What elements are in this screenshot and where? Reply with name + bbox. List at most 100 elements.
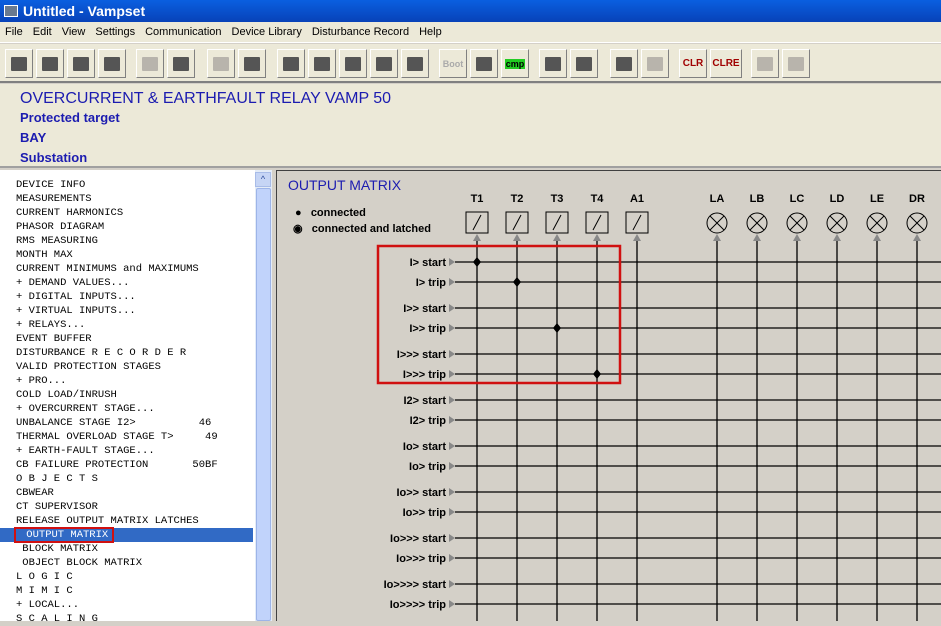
connect-button[interactable] bbox=[167, 49, 195, 78]
tree-item-label: + DEMAND VALUES... bbox=[16, 277, 130, 289]
tree-item[interactable]: UNBALANCE STAGE I2> 46 bbox=[16, 416, 253, 430]
output-label[interactable]: T4 bbox=[591, 193, 605, 205]
graph-button[interactable] bbox=[570, 49, 598, 78]
write-changed-button[interactable] bbox=[339, 49, 367, 78]
connection-cell-marker[interactable] bbox=[553, 323, 561, 333]
tree-item[interactable]: + VIRTUAL INPUTS... bbox=[16, 304, 253, 318]
output-label[interactable]: T1 bbox=[471, 193, 484, 205]
tree-item[interactable]: EVENT BUFFER bbox=[16, 332, 253, 346]
output-label[interactable]: T2 bbox=[511, 193, 524, 205]
menu-device-library[interactable]: Device Library bbox=[227, 26, 307, 38]
tree-item[interactable]: CURRENT MINIMUMS and MAXIMUMS bbox=[16, 262, 253, 276]
undo-button[interactable] bbox=[782, 49, 810, 78]
output-label[interactable]: DR bbox=[909, 193, 925, 205]
tree-item[interactable]: + DIGITAL INPUTS... bbox=[16, 290, 253, 304]
tree-item[interactable]: CB FAILURE PROTECTION 50BF bbox=[16, 458, 253, 472]
tree-item[interactable]: PHASOR DIAGRAM bbox=[16, 220, 253, 234]
tree-item[interactable]: CURRENT HARMONICS bbox=[16, 206, 253, 220]
scroll-up-button[interactable]: ^ bbox=[255, 172, 271, 187]
tree-item[interactable]: + EARTH-FAULT STAGE... bbox=[16, 444, 253, 458]
connection-cell-marker[interactable] bbox=[513, 277, 521, 287]
output-label[interactable]: LA bbox=[710, 193, 725, 205]
tree-item[interactable]: RMS MEASURING bbox=[16, 234, 253, 248]
tree-item[interactable]: + DEMAND VALUES... bbox=[16, 276, 253, 290]
menu-view[interactable]: View bbox=[57, 26, 91, 38]
tree-item[interactable]: THERMAL OVERLOAD STAGE T> 49 bbox=[16, 430, 253, 444]
output-arrow-icon[interactable] bbox=[873, 234, 881, 241]
tree-item[interactable]: CT SUPERVISOR bbox=[16, 500, 253, 514]
output-arrow-icon[interactable] bbox=[833, 234, 841, 241]
matrix-button[interactable] bbox=[539, 49, 567, 78]
read-all-button[interactable] bbox=[277, 49, 305, 78]
tree-item[interactable]: + LOCAL... bbox=[16, 598, 253, 612]
tree-item[interactable]: MEASUREMENTS bbox=[16, 192, 253, 206]
output-arrow-icon[interactable] bbox=[753, 234, 761, 241]
connection-cell-marker[interactable] bbox=[593, 369, 601, 379]
output-label[interactable]: LE bbox=[870, 193, 884, 205]
tree-item[interactable]: M I M I C bbox=[16, 584, 253, 598]
tree-item[interactable]: + RELAYS... bbox=[16, 318, 253, 332]
tree-item[interactable]: OBJECT BLOCK MATRIX bbox=[16, 556, 253, 570]
output-arrow-icon[interactable] bbox=[913, 234, 921, 241]
boot-button[interactable]: Boot bbox=[439, 49, 467, 78]
clear-button[interactable]: CLR bbox=[679, 49, 707, 78]
tree-item[interactable]: O B J E C T S bbox=[16, 472, 253, 486]
clear-events-button[interactable]: CLRE bbox=[710, 49, 742, 78]
tree-item[interactable]: COLD LOAD/INRUSH bbox=[16, 388, 253, 402]
tree-item[interactable]: BLOCK MATRIX bbox=[16, 542, 253, 556]
output-arrow-icon[interactable] bbox=[633, 234, 641, 241]
tree-item[interactable]: RELEASE OUTPUT MATRIX LATCHES bbox=[16, 514, 253, 528]
menu-file[interactable]: File bbox=[0, 26, 28, 38]
tree-item-label: CURRENT HARMONICS bbox=[16, 207, 124, 219]
scroll-thumb[interactable] bbox=[256, 188, 271, 621]
tree-item[interactable]: DEVICE INFO bbox=[16, 178, 253, 192]
signal-arrow-icon bbox=[449, 580, 455, 588]
output-arrow-icon[interactable] bbox=[593, 234, 601, 241]
help-button[interactable] bbox=[751, 49, 779, 78]
cancel-communication-button[interactable] bbox=[238, 49, 266, 78]
connection-cell-marker[interactable] bbox=[473, 257, 481, 267]
menu-help[interactable]: Help bbox=[414, 26, 447, 38]
write-all-button[interactable] bbox=[401, 49, 429, 78]
output-label[interactable]: LB bbox=[750, 193, 765, 205]
tree-item-label: RMS MEASURING bbox=[16, 235, 98, 247]
sync-clock-button[interactable] bbox=[470, 49, 498, 78]
tree-item[interactable]: CBWEAR bbox=[16, 486, 253, 500]
write-button[interactable] bbox=[370, 49, 398, 78]
tree-item[interactable]: + PRO... bbox=[16, 374, 253, 388]
output-arrow-icon[interactable] bbox=[553, 234, 561, 241]
output-arrow-icon[interactable] bbox=[713, 234, 721, 241]
tree-item[interactable]: VALID PROTECTION STAGES bbox=[16, 360, 253, 374]
output-arrow-icon[interactable] bbox=[473, 234, 481, 241]
bay: BAY bbox=[20, 130, 47, 145]
menu-edit[interactable]: Edit bbox=[28, 26, 57, 38]
compare-button[interactable]: cmp bbox=[501, 49, 529, 78]
output-label[interactable]: LD bbox=[830, 193, 845, 205]
output-label[interactable]: T3 bbox=[551, 193, 564, 205]
output-label[interactable]: LC bbox=[790, 193, 805, 205]
tree-item[interactable]: OUTPUT MATRIX bbox=[0, 527, 253, 543]
output-arrow-icon[interactable] bbox=[793, 234, 801, 241]
menu-disturbance-record[interactable]: Disturbance Record bbox=[307, 26, 414, 38]
tree-item[interactable]: S C A L I N G bbox=[16, 612, 253, 626]
list-view-button[interactable] bbox=[610, 49, 638, 78]
menu-communication[interactable]: Communication bbox=[140, 26, 226, 38]
tree-item[interactable]: + OVERCURRENT STAGE... bbox=[16, 402, 253, 416]
read-changed-button[interactable] bbox=[308, 49, 336, 78]
tree-item[interactable]: MONTH MAX bbox=[16, 248, 253, 262]
menu-settings[interactable]: Settings bbox=[90, 26, 140, 38]
tree-item-label: + DIGITAL INPUTS... bbox=[16, 291, 136, 303]
properties-button[interactable] bbox=[98, 49, 126, 78]
signal-label: Io>>> start bbox=[390, 533, 446, 545]
output-label[interactable]: A1 bbox=[630, 193, 644, 205]
save-button[interactable] bbox=[36, 49, 64, 78]
tree-item[interactable]: L O G I C bbox=[16, 570, 253, 584]
grid-view-button[interactable] bbox=[641, 49, 669, 78]
print-button[interactable] bbox=[67, 49, 95, 78]
tree-item[interactable]: DISTURBANCE R E C O R D E R bbox=[16, 346, 253, 360]
tree-scrollbar[interactable]: ^ bbox=[255, 170, 272, 621]
disconnect-button[interactable] bbox=[136, 49, 164, 78]
refresh-button[interactable] bbox=[207, 49, 235, 78]
output-arrow-icon[interactable] bbox=[513, 234, 521, 241]
open-folder-button[interactable] bbox=[5, 49, 33, 78]
